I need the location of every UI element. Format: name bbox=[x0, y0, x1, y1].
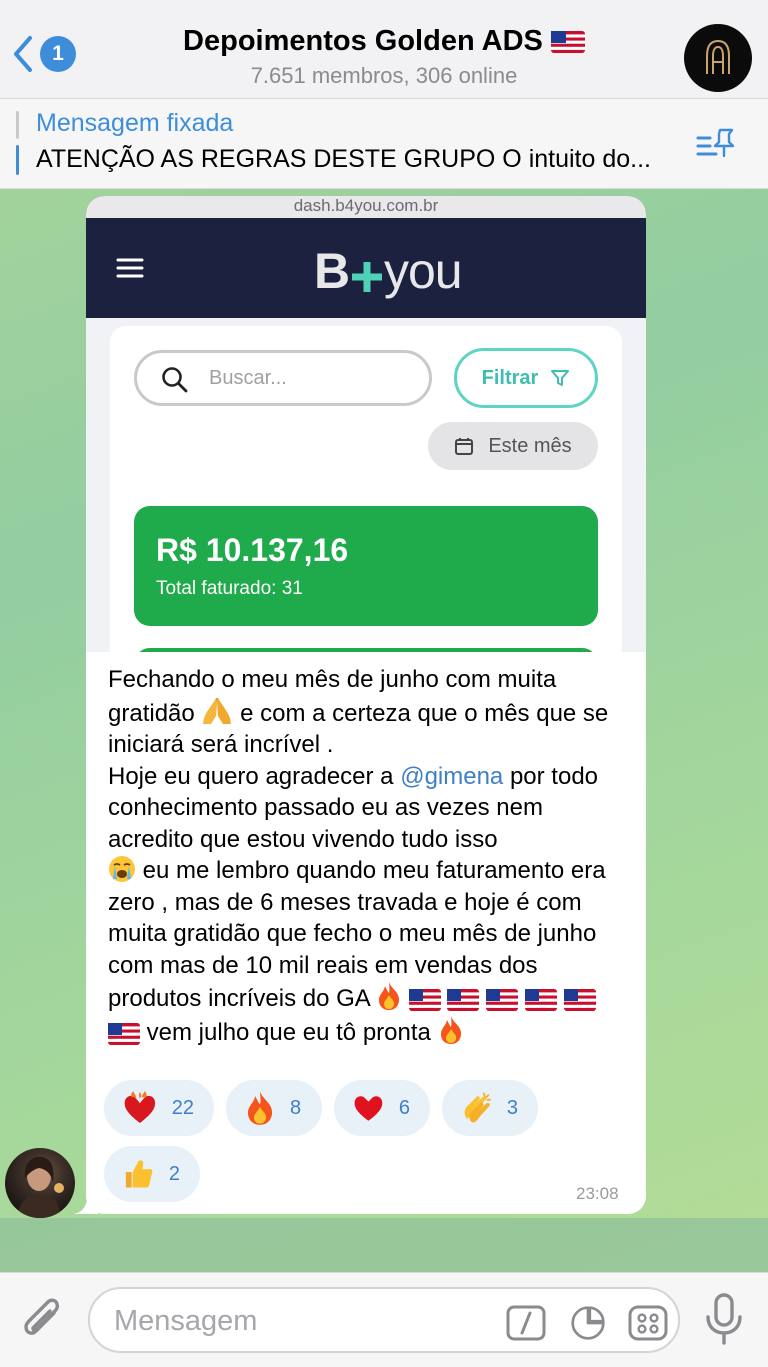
reaction-red-heart[interactable]: 6 bbox=[334, 1080, 430, 1136]
hamburger-menu-icon bbox=[116, 258, 144, 278]
b4you-dashboard: Buscar... Filtrar Este mês R$ 10.137,16 … bbox=[86, 318, 646, 652]
red-heart-icon bbox=[354, 1096, 383, 1121]
heart-on-fire-icon bbox=[124, 1091, 156, 1124]
loudly-crying-face-icon bbox=[109, 856, 135, 882]
search-icon bbox=[162, 367, 188, 393]
b4you-logo-plus-icon bbox=[352, 262, 382, 292]
total-revenue-label: Total faturado: 31 bbox=[156, 578, 303, 599]
fire-icon bbox=[440, 1015, 461, 1044]
browser-url-bar: dash.b4you.com.br bbox=[86, 196, 646, 218]
reaction-fire[interactable]: 8 bbox=[226, 1080, 322, 1136]
pin-list-icon[interactable] bbox=[696, 126, 736, 162]
reaction-clapping-hands[interactable]: 3 bbox=[442, 1080, 538, 1136]
pinned-label: Mensagem fixada bbox=[36, 109, 234, 137]
search-placeholder: Buscar... bbox=[209, 367, 287, 389]
pinned-indicator-active bbox=[16, 145, 19, 175]
dashboard-search-input: Buscar... bbox=[134, 350, 432, 406]
dashboard-panel: Buscar... Filtrar Este mês R$ 10.137,16 … bbox=[110, 326, 622, 652]
message-time: 23:08 bbox=[576, 1184, 619, 1203]
pinned-indicator bbox=[16, 111, 19, 139]
reaction-heart-on-fire[interactable]: 22 bbox=[104, 1080, 214, 1136]
attached-screenshot[interactable]: dash.b4you.com.br B you Buscar... Filtra… bbox=[86, 196, 646, 652]
total-revenue-card: R$ 10.137,16 Total faturado: 31 bbox=[134, 506, 598, 626]
b4you-logo-b: B bbox=[314, 243, 350, 299]
clapping-hands-icon bbox=[464, 1092, 492, 1123]
b4you-logo-you: you bbox=[384, 243, 463, 299]
message-composer: Mensagem bbox=[0, 1272, 768, 1367]
message-input-placeholder: Mensagem bbox=[114, 1305, 258, 1337]
sticker-icon[interactable] bbox=[568, 1305, 608, 1341]
us-flag-icon bbox=[108, 1022, 140, 1045]
us-flag-icon bbox=[486, 989, 519, 1011]
chat-background-strip bbox=[0, 1218, 768, 1272]
thumbs-up-icon bbox=[125, 1160, 153, 1188]
commands-icon[interactable] bbox=[506, 1305, 546, 1341]
mention-link[interactable]: @gimena bbox=[400, 763, 503, 790]
us-flag-icon bbox=[524, 989, 557, 1011]
microphone-icon[interactable] bbox=[704, 1293, 744, 1345]
bot-menu-icon[interactable] bbox=[628, 1305, 668, 1341]
pinned-message-bar[interactable]: Mensagem fixada ATENÇÃO AS REGRAS DESTE … bbox=[0, 99, 768, 189]
b4you-navbar: B you bbox=[86, 218, 646, 318]
fire-icon bbox=[379, 982, 400, 1010]
total-revenue-value: R$ 10.137,16 bbox=[156, 532, 349, 568]
us-flag-icon bbox=[447, 989, 480, 1011]
sender-photo-icon bbox=[17, 1156, 64, 1218]
message-input[interactable]: Mensagem bbox=[88, 1287, 680, 1353]
chat-members-status: 7.651 membros, 306 online bbox=[250, 63, 518, 88]
us-flag-icon bbox=[550, 31, 585, 54]
reaction-thumbs-up[interactable]: 2 bbox=[104, 1146, 200, 1202]
filter-button: Filtrar bbox=[454, 348, 598, 408]
group-avatar[interactable] bbox=[684, 24, 752, 92]
calendar-icon bbox=[455, 438, 474, 455]
second-card-partial bbox=[134, 648, 598, 652]
sender-avatar[interactable] bbox=[5, 1148, 75, 1218]
golden-ads-logo-icon bbox=[706, 40, 730, 74]
folded-hands-icon bbox=[203, 697, 232, 724]
browser-url: dash.b4you.com.br bbox=[293, 196, 439, 215]
us-flag-icon bbox=[408, 989, 441, 1011]
us-flag-icon bbox=[563, 989, 596, 1011]
paperclip-icon[interactable] bbox=[20, 1295, 66, 1345]
funnel-icon bbox=[551, 370, 570, 386]
message-bubble[interactable]: dash.b4you.com.br B you Buscar... Filtra… bbox=[86, 196, 646, 1214]
chat-title[interactable]: Depoimentos Golden ADS bbox=[0, 25, 768, 58]
message-text: Fechando o meu mês de junho com muita gr… bbox=[108, 666, 609, 1046]
chat-header: 1 Depoimentos Golden ADS 7.651 membros, … bbox=[0, 0, 768, 99]
fire-icon bbox=[248, 1091, 273, 1125]
period-selector: Este mês bbox=[428, 422, 598, 470]
pinned-text: ATENÇÃO AS REGRAS DESTE GRUPO O intuito … bbox=[36, 145, 651, 173]
